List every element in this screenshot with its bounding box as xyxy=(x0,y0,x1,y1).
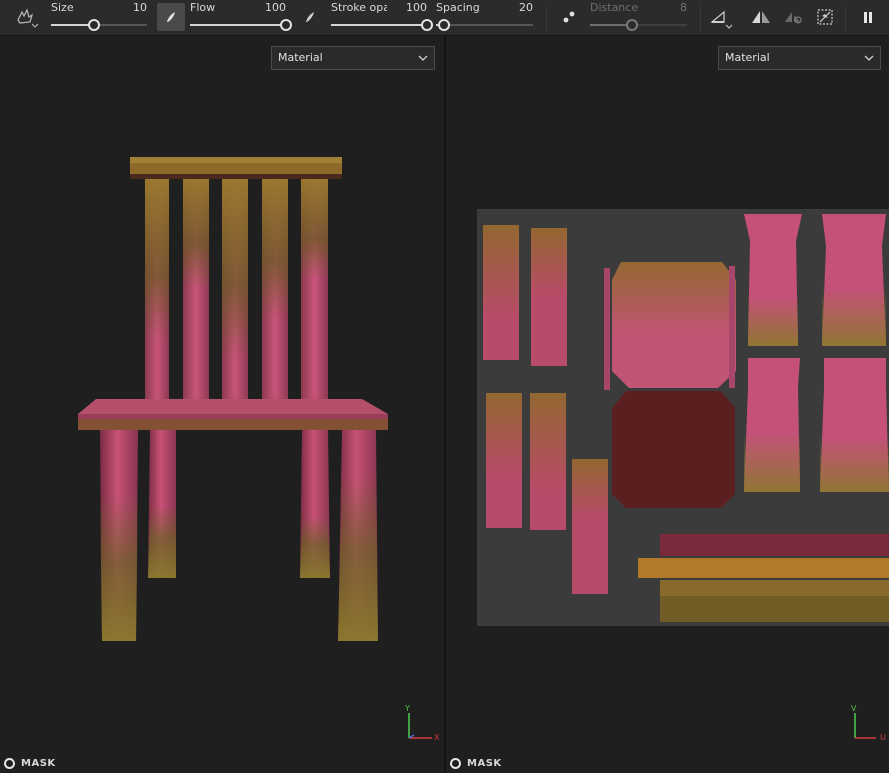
pause-icon xyxy=(864,12,872,23)
flow-value[interactable]: 100 xyxy=(265,1,286,14)
spacing-handle[interactable] xyxy=(437,19,450,31)
axis-u-label: U xyxy=(880,733,886,742)
chair-3d-model[interactable] xyxy=(0,36,444,773)
size-track[interactable] xyxy=(51,19,147,31)
toolbar: Size 10 Flow 100 Stroke opac 100 Spacing… xyxy=(0,0,889,36)
stroke-opacity-label: Stroke opac xyxy=(331,1,387,14)
mask-toggle-2d[interactable]: MASK xyxy=(450,756,502,770)
flow-label: Flow xyxy=(190,1,216,14)
pause-button[interactable] xyxy=(854,3,882,31)
distance-handle xyxy=(625,19,638,31)
brush-preset-button[interactable] xyxy=(12,3,40,31)
symmetry-icon xyxy=(710,10,733,29)
mask-toggle-2d-label: MASK xyxy=(467,757,502,769)
spacing-track[interactable] xyxy=(436,19,533,31)
flow-slider[interactable]: Flow 100 xyxy=(190,0,292,36)
viewport-2d[interactable]: Material V U MASK xyxy=(446,36,889,773)
mask-toggle-3d-label: MASK xyxy=(21,757,56,769)
spacing-label: Spacing xyxy=(436,1,480,14)
axis-gizmo-3d: Y X xyxy=(402,704,442,744)
stroke-opacity-track[interactable] xyxy=(331,19,433,31)
uv-texture-canvas[interactable] xyxy=(446,36,889,773)
size-slider[interactable]: Size 10 xyxy=(51,0,147,36)
flow-handle[interactable] xyxy=(280,19,292,31)
lazy-mouse-icon xyxy=(785,12,802,24)
channel-select-3d-value: Material xyxy=(278,51,323,64)
channel-select-2d[interactable]: Material xyxy=(718,46,881,70)
distance-value: 8 xyxy=(680,1,687,14)
spacing-mode-button[interactable] xyxy=(555,3,583,31)
lazy-mouse-button[interactable] xyxy=(779,3,807,31)
chevron-down-icon xyxy=(418,55,428,61)
stroke-opacity-handle[interactable] xyxy=(421,19,433,31)
stroke-opacity-value[interactable]: 100 xyxy=(406,1,427,14)
distance-track xyxy=(590,19,687,31)
flow-pressure-button[interactable] xyxy=(296,3,324,31)
distance-slider: Distance 8 xyxy=(590,0,687,36)
size-label: Size xyxy=(51,1,74,14)
chevron-down-icon xyxy=(864,55,874,61)
brush-preset-icon xyxy=(17,8,39,28)
axis-y-label: Y xyxy=(405,704,410,713)
wireframe-icon xyxy=(817,9,833,25)
stroke-opacity-slider[interactable]: Stroke opac 100 xyxy=(331,0,433,36)
channel-select-2d-value: Material xyxy=(725,51,770,64)
distance-label: Distance xyxy=(590,1,639,14)
viewport-3d[interactable]: Material Y X MASK xyxy=(0,36,444,773)
mask-ring-icon xyxy=(4,757,15,769)
pen-pressure-icon xyxy=(306,12,314,22)
spacing-slider[interactable]: Spacing 20 xyxy=(436,0,533,36)
size-handle[interactable] xyxy=(88,19,101,31)
wireframe-button[interactable] xyxy=(811,3,839,31)
mirror-button[interactable] xyxy=(747,3,775,31)
spacing-value[interactable]: 20 xyxy=(519,1,533,14)
pen-pressure-icon xyxy=(167,12,175,22)
axis-x-label: X xyxy=(434,733,440,742)
channel-select-3d[interactable]: Material xyxy=(271,46,435,70)
size-pressure-button[interactable] xyxy=(157,3,185,31)
axis-v-label: V xyxy=(851,704,857,713)
flow-track[interactable] xyxy=(190,19,292,31)
mirror-icon xyxy=(752,11,770,23)
mask-ring-icon xyxy=(450,757,461,769)
axis-gizmo-2d: V U xyxy=(848,704,888,744)
mask-toggle-3d[interactable]: MASK xyxy=(4,756,56,770)
size-value[interactable]: 10 xyxy=(133,1,147,14)
dots-icon xyxy=(563,11,575,23)
symmetry-button[interactable] xyxy=(706,3,738,31)
